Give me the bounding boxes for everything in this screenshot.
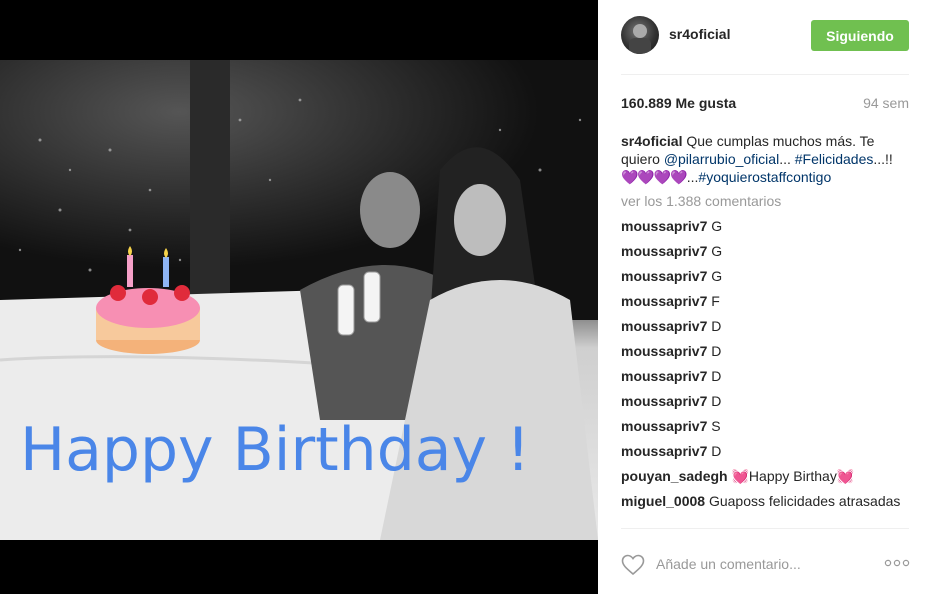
comment-username[interactable]: moussapriv7 (621, 243, 707, 259)
comments-list[interactable]: sr4oficial Que cumplas muchos más. Te qu… (621, 132, 909, 528)
comment-item: moussapriv7 G (621, 267, 909, 285)
heart-outline-icon[interactable] (621, 554, 645, 576)
comment-item: moussapriv7 S (621, 417, 909, 435)
happy-birthday-text: Happy Birthday ! (20, 415, 530, 485)
view-all-comments-link[interactable]: ver los 1.388 comentarios (621, 192, 909, 210)
caption-ellipsis-2: ... (686, 169, 699, 185)
caption-username[interactable]: sr4oficial (621, 133, 682, 149)
comment-text: D (711, 318, 722, 334)
purple-hearts-emoji: 💜💜💜💜 (621, 169, 688, 185)
divider (621, 528, 909, 529)
comment-item: moussapriv7 D (621, 342, 909, 360)
post-age[interactable]: 94 sem (863, 95, 909, 111)
comment-username[interactable]: miguel_0008 (621, 493, 705, 509)
caption-hashtag-2[interactable]: #yoquierostaffcontigo (698, 169, 831, 185)
more-options-icon[interactable] (884, 556, 910, 570)
comment-text: D (711, 343, 722, 359)
caption-ellipsis: ... (779, 151, 791, 167)
comment-item: pouyan_sadegh 💓Happy Birthay💓 (621, 467, 909, 485)
comment-username[interactable]: moussapriv7 (621, 318, 707, 334)
comment-username[interactable]: moussapriv7 (621, 443, 707, 459)
likes-count[interactable]: 160.889 Me gusta (621, 95, 736, 111)
comment-text: D (711, 443, 722, 459)
add-comment-input[interactable] (656, 553, 856, 575)
comment-item: moussapriv7 D (621, 442, 909, 460)
comment-username[interactable]: moussapriv7 (621, 343, 707, 359)
comment-item: moussapriv7 D (621, 392, 909, 410)
caption: sr4oficial Que cumplas muchos más. Te qu… (621, 132, 909, 186)
comment-item: miguel_0008 Guaposs felicidades atrasada… (621, 492, 909, 510)
comment-username[interactable]: moussapriv7 (621, 218, 707, 234)
caption-mention[interactable]: @pilarrubio_oficial (664, 151, 779, 167)
avatar-image (629, 24, 651, 54)
comment-username[interactable]: pouyan_sadegh (621, 468, 728, 484)
comment-text: Guaposs felicidades atrasadas (708, 493, 901, 509)
following-button[interactable]: Siguiendo (811, 20, 909, 51)
comment-username[interactable]: moussapriv7 (621, 418, 707, 434)
comment-text: D (711, 368, 722, 384)
comment-text: G (711, 218, 723, 234)
post-photo[interactable]: Happy Birthday ! (0, 60, 598, 540)
media-panel: Happy Birthday ! (0, 0, 598, 594)
comment-item: moussapriv7 G (621, 217, 909, 235)
comment-text: S (711, 418, 721, 434)
comment-username[interactable]: moussapriv7 (621, 368, 707, 384)
comment-username[interactable]: moussapriv7 (621, 268, 707, 284)
photo-illustration: Happy Birthday ! (0, 60, 598, 540)
post-sidebar: sr4oficial Siguiendo 160.889 Me gusta 94… (598, 0, 932, 594)
comment-username[interactable]: moussapriv7 (621, 293, 707, 309)
caption-exclaim: ...!! (873, 151, 893, 167)
username-link[interactable]: sr4oficial (669, 26, 730, 42)
comment-text: 💓Happy Birthay💓 (731, 468, 855, 484)
divider (621, 74, 909, 75)
likes-row: 160.889 Me gusta 94 sem (621, 95, 909, 113)
post-header: sr4oficial Siguiendo (598, 0, 932, 72)
comment-items: moussapriv7 Gmoussapriv7 Gmoussapriv7 Gm… (621, 217, 909, 510)
comment-item: moussapriv7 D (621, 367, 909, 385)
comment-item: moussapriv7 G (621, 242, 909, 260)
post-modal: Happy Birthday ! sr4oficial Siguiendo 16… (0, 0, 932, 594)
comment-item: moussapriv7 F (621, 292, 909, 310)
comment-text: D (711, 393, 722, 409)
avatar[interactable] (621, 16, 659, 54)
caption-hashtag[interactable]: #Felicidades (795, 151, 874, 167)
comment-item: moussapriv7 D (621, 317, 909, 335)
comment-text: F (711, 293, 720, 309)
comment-username[interactable]: moussapriv7 (621, 393, 707, 409)
comment-text: G (711, 243, 723, 259)
comment-text: G (711, 268, 723, 284)
